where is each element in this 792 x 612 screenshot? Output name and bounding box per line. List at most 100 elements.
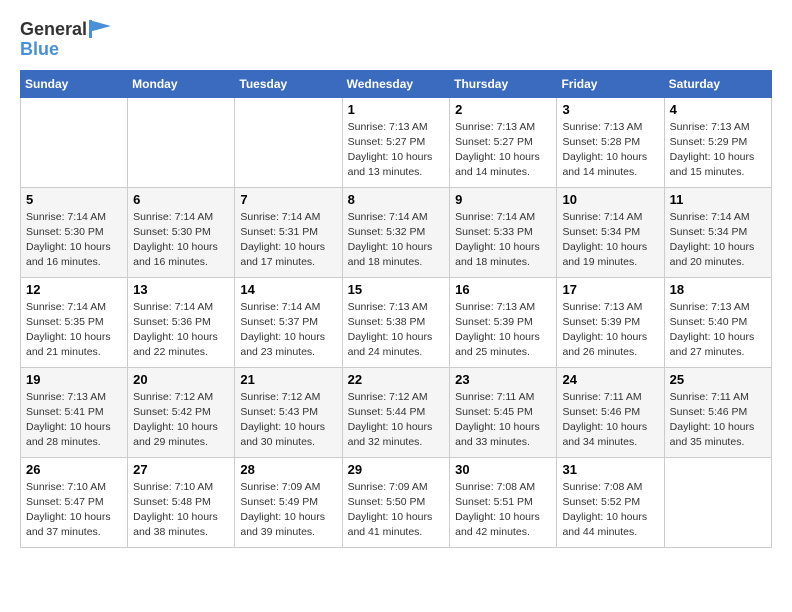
calendar-cell: 2Sunrise: 7:13 AM Sunset: 5:27 PM Daylig… <box>450 97 557 187</box>
calendar-cell: 20 Sunrise: 7:12 AM Sunset: 5:42 PM Dayli… <box>128 367 235 457</box>
calendar-cell: 3 Sunrise: 7:13 AM Sunset: 5:28 PM Daylig… <box>557 97 664 187</box>
calendar-cell: 30 Sunrise: 7:08 AM Sunset: 5:51 PM Dayli… <box>450 457 557 547</box>
day-info: Sunrise: 7:11 AM Sunset: 5:46 PM Dayligh… <box>670 390 766 451</box>
day-info: Sunrise: 7:14 AM Sunset: 5:33 PM Dayligh… <box>455 210 551 271</box>
calendar-cell: 9 Sunrise: 7:14 AM Sunset: 5:33 PM Daylig… <box>450 187 557 277</box>
day-number: 3 <box>562 102 658 117</box>
day-number: 22 <box>348 372 445 387</box>
calendar-cell: 23 Sunrise: 7:11 AM Sunset: 5:45 PM Dayli… <box>450 367 557 457</box>
column-header-friday: Friday <box>557 70 664 97</box>
day-info: Sunrise: 7:13 AM Sunset: 5:29 PM Dayligh… <box>670 120 766 181</box>
day-number: 11 <box>670 192 766 207</box>
day-number: 6 <box>133 192 229 207</box>
calendar-cell: 24 Sunrise: 7:11 AM Sunset: 5:46 PM Dayli… <box>557 367 664 457</box>
column-header-saturday: Saturday <box>664 70 771 97</box>
day-info: Sunrise: 7:11 AM Sunset: 5:45 PM Dayligh… <box>455 390 551 451</box>
day-info: Sunrise: 7:14 AM Sunset: 5:36 PM Dayligh… <box>133 300 229 361</box>
day-info: Sunrise: 7:14 AM Sunset: 5:31 PM Dayligh… <box>240 210 336 271</box>
day-info: Sunrise: 7:14 AM Sunset: 5:30 PM Dayligh… <box>133 210 229 271</box>
day-number: 15 <box>348 282 445 297</box>
calendar-cell: 21Sunrise: 7:12 AM Sunset: 5:43 PM Dayli… <box>235 367 342 457</box>
day-number: 28 <box>240 462 336 477</box>
day-number: 10 <box>562 192 658 207</box>
day-info: Sunrise: 7:10 AM Sunset: 5:48 PM Dayligh… <box>133 480 229 541</box>
calendar-cell: 7 Sunrise: 7:14 AM Sunset: 5:31 PM Daylig… <box>235 187 342 277</box>
day-number: 8 <box>348 192 445 207</box>
day-number: 30 <box>455 462 551 477</box>
calendar-table: SundayMondayTuesdayWednesdayThursdayFrid… <box>20 70 772 548</box>
day-info: Sunrise: 7:08 AM Sunset: 5:51 PM Dayligh… <box>455 480 551 541</box>
day-number: 12 <box>26 282 122 297</box>
day-number: 18 <box>670 282 766 297</box>
page-header: General Blue <box>20 20 772 60</box>
calendar-cell: 13Sunrise: 7:14 AM Sunset: 5:36 PM Dayli… <box>128 277 235 367</box>
column-header-monday: Monday <box>128 70 235 97</box>
calendar-cell <box>664 457 771 547</box>
calendar-cell: 26 Sunrise: 7:10 AM Sunset: 5:47 PM Dayli… <box>21 457 128 547</box>
logo: General Blue <box>20 20 111 60</box>
calendar-cell: 15Sunrise: 7:13 AM Sunset: 5:38 PM Dayli… <box>342 277 450 367</box>
day-number: 26 <box>26 462 122 477</box>
calendar-week-row: 19Sunrise: 7:13 AM Sunset: 5:41 PM Dayli… <box>21 367 772 457</box>
day-info: Sunrise: 7:12 AM Sunset: 5:42 PM Dayligh… <box>133 390 229 451</box>
day-info: Sunrise: 7:13 AM Sunset: 5:40 PM Dayligh… <box>670 300 766 361</box>
calendar-cell: 28 Sunrise: 7:09 AM Sunset: 5:49 PM Dayli… <box>235 457 342 547</box>
logo-flag-icon <box>89 20 111 38</box>
day-number: 1 <box>348 102 445 117</box>
calendar-cell: 8Sunrise: 7:14 AM Sunset: 5:32 PM Daylig… <box>342 187 450 277</box>
day-info: Sunrise: 7:13 AM Sunset: 5:39 PM Dayligh… <box>455 300 551 361</box>
day-number: 19 <box>26 372 122 387</box>
day-info: Sunrise: 7:14 AM Sunset: 5:34 PM Dayligh… <box>670 210 766 271</box>
calendar-week-row: 26 Sunrise: 7:10 AM Sunset: 5:47 PM Dayli… <box>21 457 772 547</box>
calendar-cell: 4 Sunrise: 7:13 AM Sunset: 5:29 PM Daylig… <box>664 97 771 187</box>
day-number: 9 <box>455 192 551 207</box>
day-info: Sunrise: 7:13 AM Sunset: 5:27 PM Dayligh… <box>348 120 445 181</box>
calendar-week-row: 1 Sunrise: 7:13 AM Sunset: 5:27 PM Daylig… <box>21 97 772 187</box>
day-number: 17 <box>562 282 658 297</box>
calendar-cell: 18 Sunrise: 7:13 AM Sunset: 5:40 PM Dayli… <box>664 277 771 367</box>
calendar-cell: 22 Sunrise: 7:12 AM Sunset: 5:44 PM Dayli… <box>342 367 450 457</box>
column-header-thursday: Thursday <box>450 70 557 97</box>
day-info: Sunrise: 7:13 AM Sunset: 5:28 PM Dayligh… <box>562 120 658 181</box>
calendar-cell <box>128 97 235 187</box>
day-number: 24 <box>562 372 658 387</box>
day-info: Sunrise: 7:12 AM Sunset: 5:44 PM Dayligh… <box>348 390 445 451</box>
day-number: 7 <box>240 192 336 207</box>
calendar-cell: 12Sunrise: 7:14 AM Sunset: 5:35 PM Dayli… <box>21 277 128 367</box>
day-number: 20 <box>133 372 229 387</box>
day-info: Sunrise: 7:10 AM Sunset: 5:47 PM Dayligh… <box>26 480 122 541</box>
day-number: 4 <box>670 102 766 117</box>
day-number: 5 <box>26 192 122 207</box>
calendar-cell: 16 Sunrise: 7:13 AM Sunset: 5:39 PM Dayli… <box>450 277 557 367</box>
day-number: 23 <box>455 372 551 387</box>
day-number: 2 <box>455 102 551 117</box>
day-info: Sunrise: 7:14 AM Sunset: 5:30 PM Dayligh… <box>26 210 122 271</box>
logo-text-general: General <box>20 20 87 40</box>
calendar-cell: 17 Sunrise: 7:13 AM Sunset: 5:39 PM Dayli… <box>557 277 664 367</box>
calendar-cell: 27Sunrise: 7:10 AM Sunset: 5:48 PM Dayli… <box>128 457 235 547</box>
day-number: 31 <box>562 462 658 477</box>
calendar-cell: 25 Sunrise: 7:11 AM Sunset: 5:46 PM Dayli… <box>664 367 771 457</box>
column-header-tuesday: Tuesday <box>235 70 342 97</box>
calendar-cell: 14Sunrise: 7:14 AM Sunset: 5:37 PM Dayli… <box>235 277 342 367</box>
column-header-sunday: Sunday <box>21 70 128 97</box>
calendar-week-row: 5 Sunrise: 7:14 AM Sunset: 5:30 PM Daylig… <box>21 187 772 277</box>
day-number: 16 <box>455 282 551 297</box>
calendar-cell: 29 Sunrise: 7:09 AM Sunset: 5:50 PM Dayli… <box>342 457 450 547</box>
calendar-cell: 19Sunrise: 7:13 AM Sunset: 5:41 PM Dayli… <box>21 367 128 457</box>
day-number: 25 <box>670 372 766 387</box>
day-number: 14 <box>240 282 336 297</box>
calendar-cell: 6 Sunrise: 7:14 AM Sunset: 5:30 PM Daylig… <box>128 187 235 277</box>
day-info: Sunrise: 7:09 AM Sunset: 5:49 PM Dayligh… <box>240 480 336 541</box>
day-info: Sunrise: 7:11 AM Sunset: 5:46 PM Dayligh… <box>562 390 658 451</box>
day-info: Sunrise: 7:13 AM Sunset: 5:39 PM Dayligh… <box>562 300 658 361</box>
calendar-cell: 5 Sunrise: 7:14 AM Sunset: 5:30 PM Daylig… <box>21 187 128 277</box>
calendar-cell: 31Sunrise: 7:08 AM Sunset: 5:52 PM Dayli… <box>557 457 664 547</box>
logo-text-blue: Blue <box>20 39 59 59</box>
day-number: 21 <box>240 372 336 387</box>
calendar-cell: 10Sunrise: 7:14 AM Sunset: 5:34 PM Dayli… <box>557 187 664 277</box>
day-info: Sunrise: 7:09 AM Sunset: 5:50 PM Dayligh… <box>348 480 445 541</box>
day-number: 29 <box>348 462 445 477</box>
calendar-week-row: 12Sunrise: 7:14 AM Sunset: 5:35 PM Dayli… <box>21 277 772 367</box>
column-header-wednesday: Wednesday <box>342 70 450 97</box>
